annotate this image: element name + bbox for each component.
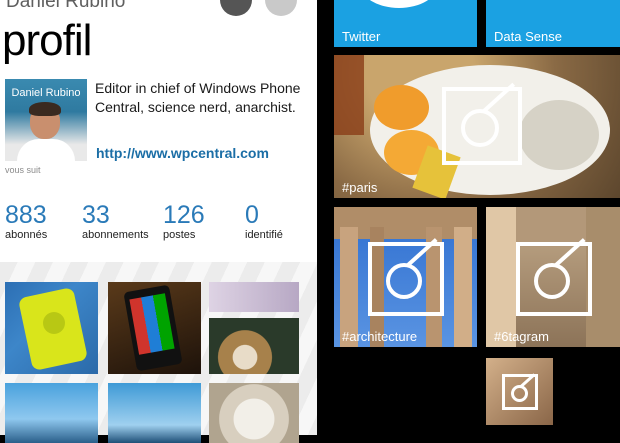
profile-username: Daniel Rubino <box>6 0 126 12</box>
architecture-tile-label: #architecture <box>342 329 418 344</box>
profile-screen: Daniel Rubino profil Daniel Rubino Edito… <box>0 0 317 443</box>
photo-thumbnail[interactable] <box>209 383 299 443</box>
avatar-hair <box>29 102 61 116</box>
architecture-tile[interactable]: #architecture <box>334 207 477 347</box>
stat-followers[interactable]: 883 abonnés <box>5 201 47 241</box>
avatar[interactable]: Daniel Rubino <box>5 79 87 161</box>
photo-thumbnail[interactable] <box>108 383 201 443</box>
twitter-tile[interactable]: Twitter <box>334 0 477 47</box>
stat-posts-value: 126 <box>163 201 205 229</box>
stat-tagged[interactable]: 0 identifié <box>245 201 283 241</box>
paris-tile[interactable]: #paris <box>334 55 620 198</box>
6tagram-tile-label: #6tagram <box>494 329 549 344</box>
photo-thumbnail[interactable] <box>108 282 201 374</box>
stat-following-value: 33 <box>82 201 110 229</box>
twitter-tile-label: Twitter <box>342 29 381 44</box>
stat-following-label: abonnements <box>82 229 149 241</box>
twitter-bird-icon <box>360 0 438 8</box>
stat-tagged-value: 0 <box>245 201 259 229</box>
data-sense-tile-label: Data Sense <box>494 29 562 44</box>
stat-following[interactable]: 33 abonnements <box>82 201 149 241</box>
paris-tile-label: #paris <box>342 180 378 195</box>
instagram-small-tile[interactable] <box>486 358 553 425</box>
photo-thumbnail[interactable] <box>5 383 98 443</box>
instagram-icon <box>502 373 538 410</box>
photo-thumbnail[interactable] <box>209 282 299 312</box>
instagram-icon <box>516 238 592 316</box>
instagram-icon <box>442 82 522 165</box>
stat-posts-label: postes <box>163 229 196 241</box>
stat-posts[interactable]: 126 postes <box>163 201 205 241</box>
stat-tagged-label: identifié <box>245 229 283 241</box>
follows-you-label: vous suit <box>5 165 41 175</box>
photo-thumbnail[interactable] <box>209 318 299 374</box>
page-title: profil <box>2 16 92 65</box>
6tagram-tile[interactable]: #6tagram <box>486 207 620 347</box>
instagram-icon <box>368 238 444 316</box>
avatar-shirt <box>17 139 75 161</box>
stat-followers-value: 883 <box>5 201 47 229</box>
profile-website-link[interactable]: http://www.wpcentral.com <box>96 145 269 161</box>
photo-thumbnail[interactable] <box>5 282 98 374</box>
stat-followers-label: abonnés <box>5 229 48 241</box>
data-sense-tile[interactable]: Data Sense <box>486 0 620 47</box>
avatar-name: Daniel Rubino <box>11 87 81 99</box>
profile-bio: Editor in chief of Windows Phone Central… <box>95 80 301 115</box>
